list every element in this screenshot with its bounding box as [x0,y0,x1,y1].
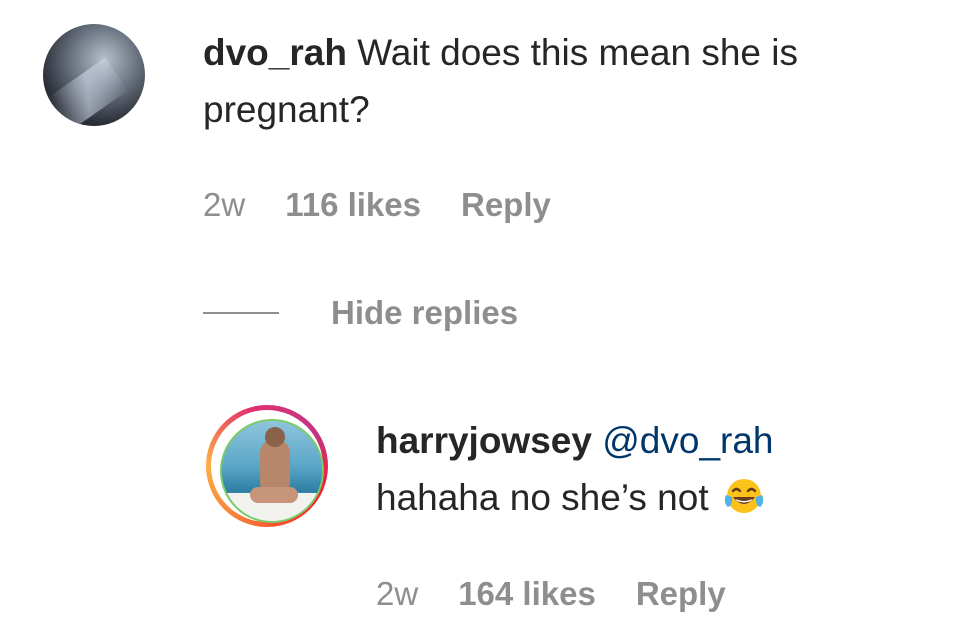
reply-meta-row: 2w 164 likes Reply [376,575,766,613]
reply-body: harryjowsey @dvo_rah hahaha no she’s not [376,412,956,526]
comment-meta-row: 2w 116 likes Reply [203,186,591,224]
comment-username[interactable]: dvo_rah [203,32,347,73]
hide-replies-label: Hide replies [331,294,519,331]
reply-timestamp[interactable]: 2w [376,575,418,613]
reply-text: hahaha no she’s not [376,477,709,518]
hide-replies-divider [203,312,279,314]
story-ring[interactable] [206,405,328,527]
avatar-harryjowsey [220,419,324,523]
reply-button[interactable]: Reply [636,575,726,613]
avatar-image-detail [250,487,298,503]
comment-timestamp[interactable]: 2w [203,186,245,224]
hide-replies-button[interactable]: Hide replies [203,294,518,332]
reply-button[interactable]: Reply [461,186,551,224]
reply-likes-count[interactable]: 164 likes [458,575,596,613]
avatar-image-detail [265,427,285,447]
story-ring-gap [211,410,324,523]
avatar-image-detail [47,57,129,126]
reply-username[interactable]: harryjowsey [376,420,592,461]
comment-likes-count[interactable]: 116 likes [285,186,421,224]
face-with-tears-of-joy-icon [724,479,764,513]
avatar-dvo-rah[interactable] [43,24,145,126]
comment-body: dvo_rah Wait does this mean she is pregn… [203,24,923,138]
reply-mention-link[interactable]: @dvo_rah [602,420,773,461]
